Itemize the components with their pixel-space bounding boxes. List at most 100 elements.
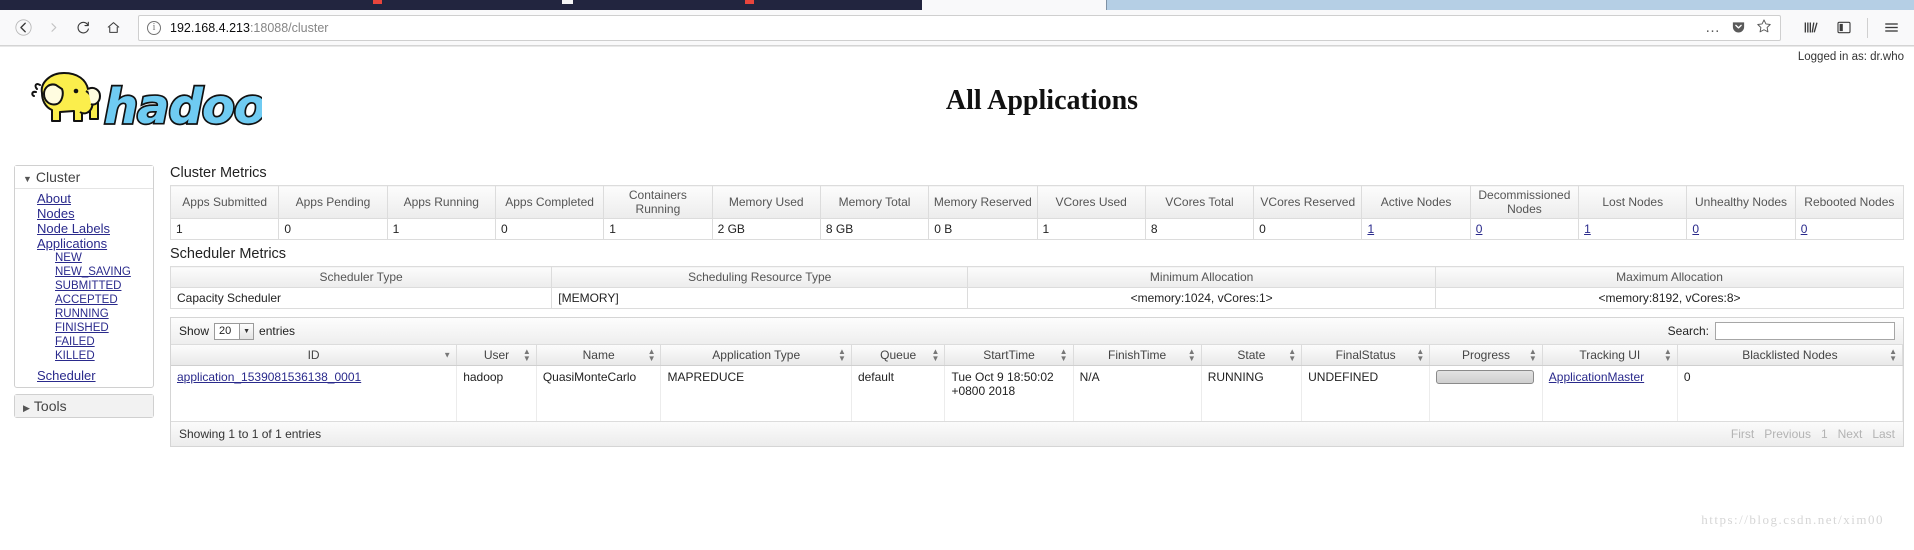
sidebar-item-failed[interactable]: FAILED: [15, 335, 153, 349]
th-tracking-ui[interactable]: Tracking UI ▲ ▼: [1542, 345, 1678, 366]
home-button[interactable]: [98, 14, 128, 42]
scheduler-metrics-header-row: Scheduler Type Scheduling Resource Type …: [169, 266, 1904, 288]
col-vcores-reserved: VCores Reserved: [1253, 185, 1363, 219]
pagination-last[interactable]: Last: [1872, 427, 1895, 441]
pagination-first[interactable]: First: [1731, 427, 1754, 441]
tab-indicator-icon: [745, 0, 754, 4]
sort-icon: ▲ ▼: [931, 347, 940, 363]
sidebar-item-new-saving[interactable]: NEW_SAVING: [15, 265, 153, 279]
sidebar-tools-header[interactable]: ▶ Tools: [15, 395, 153, 417]
sidebar-item-applications[interactable]: Applications: [15, 236, 153, 251]
pagination-page-1[interactable]: 1: [1821, 427, 1828, 441]
th-queue[interactable]: Queue ▲ ▼: [851, 345, 946, 366]
logged-in-label: Logged in as: dr.who: [1797, 51, 1904, 63]
bookmark-star-icon[interactable]: [1756, 18, 1772, 38]
sidebar-item-finished[interactable]: FINISHED: [15, 321, 153, 335]
th-state[interactable]: State ▲ ▼: [1201, 345, 1303, 366]
toolbar-separator: [1867, 17, 1868, 38]
scheduler-metrics-title: Scheduler Metrics: [170, 246, 287, 262]
back-button[interactable]: [8, 14, 38, 42]
th-starttime[interactable]: StartTime ▲ ▼: [944, 345, 1074, 366]
page-size-value: 20: [219, 325, 232, 337]
th-id[interactable]: ID ▼: [171, 345, 458, 366]
chevron-down-icon: ▼: [23, 174, 32, 184]
sidebar-icon: [1837, 21, 1851, 34]
val-vcores-used: 1: [1036, 218, 1146, 240]
val-lost-nodes[interactable]: 1: [1584, 222, 1591, 236]
th-progress[interactable]: Progress ▲ ▼: [1429, 345, 1543, 366]
col-memory-total: Memory Total: [819, 185, 930, 219]
browser-tab[interactable]: [562, 0, 573, 10]
sidebar-item-node-labels[interactable]: Node Labels: [15, 221, 153, 236]
th-finishtime[interactable]: FinishTime ▲ ▼: [1073, 345, 1202, 366]
search-input[interactable]: [1715, 322, 1895, 340]
browser-tab[interactable]: [573, 0, 745, 10]
sidebar-item-new[interactable]: NEW: [15, 251, 153, 265]
application-id-link[interactable]: application_1539081536138_0001: [177, 370, 361, 384]
tracking-ui-link[interactable]: ApplicationMaster: [1549, 370, 1644, 384]
val-rebooted-nodes[interactable]: 0: [1801, 222, 1808, 236]
browser-tab-strip[interactable]: [0, 0, 1914, 10]
th-application-type[interactable]: Application Type ▲ ▼: [660, 345, 852, 366]
forward-button[interactable]: [38, 14, 68, 42]
sidebar-item-scheduler[interactable]: Scheduler: [15, 363, 153, 383]
th-user[interactable]: User ▲ ▼: [456, 345, 537, 366]
sidebar-item-about[interactable]: About: [15, 191, 153, 206]
pagination-next[interactable]: Next: [1838, 427, 1863, 441]
sort-icon: ▲ ▼: [647, 347, 656, 363]
th-finalstatus-label: FinalStatus: [1335, 348, 1396, 362]
browser-tab-active[interactable]: [1106, 0, 1914, 10]
page-size-select[interactable]: 20 ▼: [214, 322, 255, 340]
site-info-icon[interactable]: i: [147, 20, 161, 35]
library-button[interactable]: [1795, 14, 1825, 42]
forward-arrow-icon: [50, 23, 56, 32]
chevron-down-icon[interactable]: ▼: [239, 323, 254, 339]
sidebar-item-submitted[interactable]: SUBMITTED: [15, 279, 153, 293]
show-label: Show: [179, 324, 210, 338]
th-blacklisted-nodes[interactable]: Blacklisted Nodes ▲ ▼: [1677, 345, 1904, 366]
sort-icon: ▲ ▼: [1059, 347, 1068, 363]
col-containers-running: Containers Running: [603, 185, 713, 219]
col-apps-submitted: Apps Submitted: [169, 185, 280, 219]
browser-tab[interactable]: [0, 0, 373, 10]
pagination-previous[interactable]: Previous: [1764, 427, 1811, 441]
col-lost-nodes: Lost Nodes: [1578, 185, 1688, 219]
col-decommissioned-nodes: Decommissioned Nodes: [1469, 185, 1580, 219]
browser-tab[interactable]: [382, 0, 562, 10]
url-bar[interactable]: i 192.168.4.213:18088/cluster …: [138, 14, 1781, 41]
sidebar-item-accepted[interactable]: ACCEPTED: [15, 293, 153, 307]
sidebar: ▼ Cluster About Nodes Node Labels Applica…: [14, 165, 154, 424]
val-decommissioned-nodes[interactable]: 0: [1476, 222, 1483, 236]
browser-tab[interactable]: [373, 0, 382, 10]
col-memory-reserved: Memory Reserved: [928, 185, 1038, 219]
cell-state: RUNNING: [1201, 365, 1303, 421]
page-length-control[interactable]: Show 20 ▼ entries: [179, 322, 295, 340]
browser-tab[interactable]: [745, 0, 754, 10]
page-title: All Applications: [945, 85, 1139, 116]
scheduler-metrics-value-row: Capacity Scheduler [MEMORY] <memory:1024…: [169, 287, 1904, 309]
app-menu-button[interactable]: [1876, 14, 1906, 42]
val-memory-total: 8 GB: [819, 218, 930, 240]
datatable-footer: Showing 1 to 1 of 1 entries First Previo…: [171, 420, 1903, 446]
val-apps-pending: 0: [278, 218, 388, 240]
page-actions-icon[interactable]: …: [1705, 19, 1721, 36]
val-unhealthy-nodes[interactable]: 0: [1692, 222, 1699, 236]
th-finalstatus[interactable]: FinalStatus ▲ ▼: [1301, 345, 1431, 366]
sidebar-panel-tools[interactable]: ▶ Tools: [14, 394, 154, 418]
val-active-nodes[interactable]: 1: [1367, 222, 1374, 236]
url-host: 192.168.4.213: [170, 20, 250, 35]
sidebar-item-nodes[interactable]: Nodes: [15, 206, 153, 221]
reload-button[interactable]: [68, 14, 98, 42]
library-icon: [1804, 22, 1818, 33]
sidebar-toggle-button[interactable]: [1829, 14, 1859, 42]
th-name[interactable]: Name ▲ ▼: [536, 345, 662, 366]
applications-table: ID ▼ User ▲ ▼ Name ▲ ▼ Application Type ▲ ▼ Que…: [171, 345, 1904, 421]
sidebar-item-killed[interactable]: KILLED: [15, 349, 153, 363]
browser-tab[interactable]: [754, 0, 922, 10]
browser-tab[interactable]: [922, 0, 1106, 10]
pocket-icon[interactable]: [1731, 19, 1746, 37]
sidebar-item-running[interactable]: RUNNING: [15, 307, 153, 321]
reload-icon: [77, 21, 89, 34]
sidebar-cluster-header[interactable]: ▼ Cluster: [15, 166, 153, 189]
page-content: Logged in as: dr.who hadoop All Applicat…: [0, 46, 1914, 550]
